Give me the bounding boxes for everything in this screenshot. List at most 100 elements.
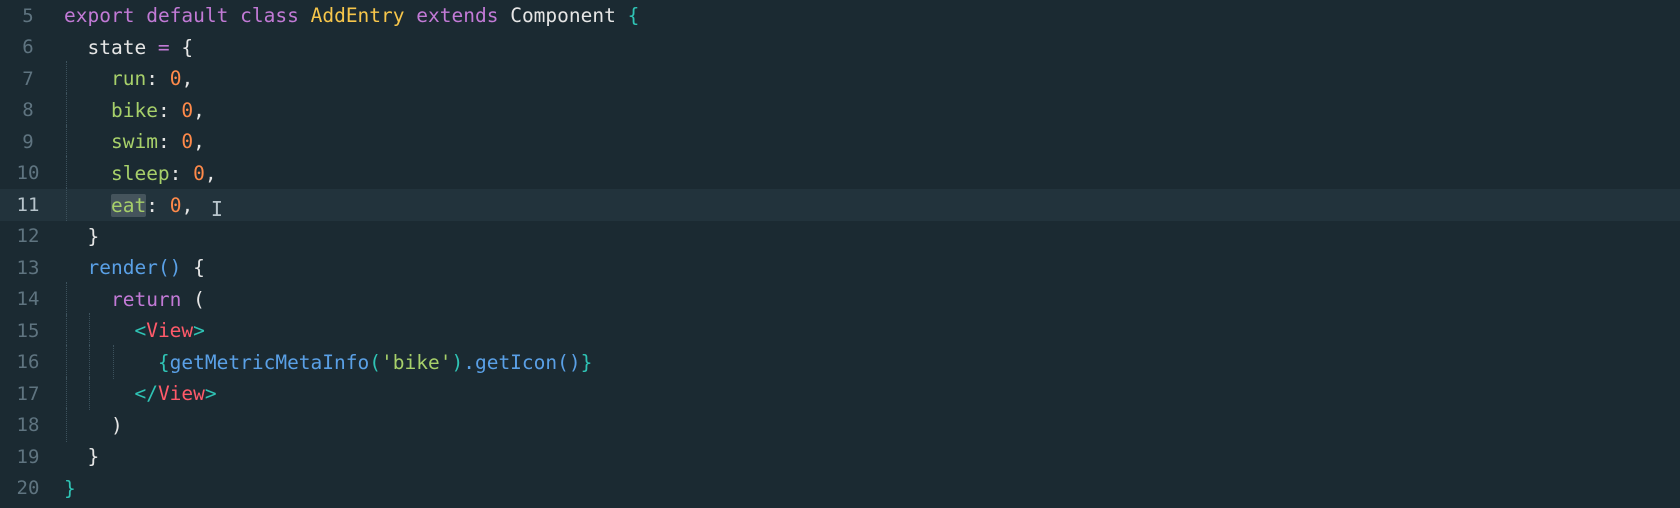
code-text[interactable]: sleep: 0,	[56, 155, 217, 190]
indent-guide	[89, 376, 91, 411]
code-token: default	[146, 4, 229, 28]
line-number: 12	[16, 225, 40, 248]
code-token: }	[64, 224, 100, 248]
code-editor[interactable]: 5 export default class AddEntry extends C…	[0, 0, 1680, 508]
code-line[interactable]: 10 sleep: 0,	[0, 155, 1680, 190]
code-text[interactable]: eat: 0, I	[56, 186, 223, 221]
code-line[interactable]: 11 eat: 0, I	[0, 186, 1680, 221]
line-number: 14	[16, 288, 40, 311]
line-number: 18	[16, 414, 40, 437]
code-token: {	[157, 350, 170, 374]
code-text[interactable]: }	[56, 445, 99, 468]
code-text[interactable]: )	[56, 407, 123, 442]
code-token: ,	[193, 98, 205, 122]
text-cursor-icon: I	[210, 196, 223, 221]
code-line[interactable]: 5 export default class AddEntry extends C…	[0, 0, 1680, 32]
code-token: </	[134, 382, 158, 406]
code-text[interactable]: run: 0,	[56, 61, 193, 96]
code-line[interactable]: 16 {getMetricMetaInfo('bike').getIcon()}	[0, 344, 1680, 379]
code-token: (	[181, 287, 205, 311]
indent-guide	[66, 376, 67, 411]
code-token: 0	[169, 193, 182, 217]
code-text[interactable]: export default class AddEntry extends Co…	[56, 4, 639, 27]
line-number: 5	[22, 4, 34, 27]
code-text[interactable]: }	[56, 477, 76, 500]
line-number: 16	[16, 351, 40, 374]
code-text[interactable]: swim: 0,	[56, 124, 205, 159]
code-token: state	[64, 35, 158, 59]
code-token: 'bike'	[381, 350, 452, 374]
code-token: 0	[169, 67, 182, 91]
code-token: {	[181, 256, 205, 280]
code-token: 0	[181, 130, 194, 154]
indent-guide	[66, 124, 67, 159]
code-line[interactable]: 8 bike: 0,	[0, 92, 1680, 127]
code-token: return	[110, 287, 182, 311]
code-token: :	[157, 130, 182, 154]
code-line[interactable]: 20}	[0, 473, 1680, 505]
code-text[interactable]: return (	[56, 281, 205, 316]
code-token: 0	[181, 98, 194, 122]
code-token: run	[110, 67, 147, 91]
code-line[interactable]: 6 state = {	[0, 32, 1680, 64]
code-token: <	[134, 319, 147, 343]
code-line[interactable]: 12 }	[0, 221, 1680, 253]
code-text[interactable]: bike: 0,	[56, 92, 205, 127]
code-token: bike	[110, 98, 158, 122]
line-number: 8	[22, 99, 34, 122]
line-number: 10	[16, 162, 40, 185]
code-token: :	[146, 67, 170, 91]
code-text[interactable]: state = {	[56, 36, 193, 59]
line-number: 19	[16, 445, 40, 468]
indent-guide	[66, 281, 67, 316]
code-token: Component	[510, 4, 616, 28]
code-token: )	[64, 413, 123, 437]
code-text[interactable]: {getMetricMetaInfo('bike').getIcon()}	[56, 344, 592, 379]
code-token: )	[451, 350, 464, 374]
code-text[interactable]: render() {	[56, 256, 205, 280]
code-text[interactable]: }	[56, 225, 99, 248]
code-line[interactable]: 14 return (	[0, 281, 1680, 316]
code-token: View	[157, 382, 205, 406]
code-token: ,	[193, 130, 205, 154]
code-token: .getIcon	[463, 350, 558, 374]
code-token: {	[169, 35, 194, 59]
code-token: View	[146, 319, 194, 343]
code-text[interactable]: <View>	[56, 313, 205, 348]
code-line[interactable]: 13 render() {	[0, 252, 1680, 284]
code-line[interactable]: 18 )	[0, 407, 1680, 442]
code-token: extends	[416, 4, 499, 28]
code-token: ()	[557, 350, 581, 374]
code-line[interactable]: 9 swim: 0,	[0, 124, 1680, 159]
code-line[interactable]: 15 <View>	[0, 313, 1680, 348]
indent-guide	[66, 344, 67, 379]
code-token: render	[87, 256, 158, 280]
code-token: swim	[110, 130, 158, 154]
code-line[interactable]: 17 </View>	[0, 376, 1680, 411]
code-token: 0	[193, 161, 205, 185]
indent-guide	[66, 186, 67, 221]
code-token: sleep	[110, 161, 170, 185]
code-text[interactable]: </View>	[56, 376, 217, 411]
indent-guide	[66, 61, 67, 96]
code-token: (	[369, 350, 382, 374]
code-token: :	[146, 193, 170, 217]
code-line[interactable]: 19 }	[0, 441, 1680, 473]
indent-guide	[112, 344, 114, 379]
indent-guide	[89, 344, 91, 379]
code-line[interactable]: 7 run: 0,	[0, 61, 1680, 96]
code-token: AddEntry	[310, 4, 405, 28]
